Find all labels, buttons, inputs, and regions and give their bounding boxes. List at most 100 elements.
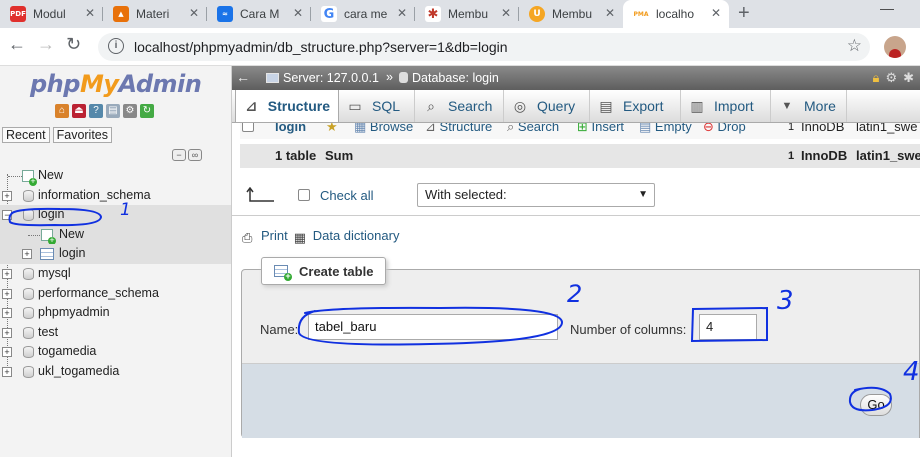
tree-item-new[interactable]: New — [0, 166, 231, 186]
profile-avatar[interactable] — [884, 36, 906, 58]
data-dictionary-link[interactable]: ▦ Data dictionary — [293, 228, 400, 245]
collapse-icon[interactable]: − — [2, 210, 12, 221]
tree-item-test[interactable]: + test — [0, 323, 231, 343]
expand-icon[interactable]: + — [2, 308, 12, 319]
breadcrumb-server[interactable]: Server: 127.0.0.1 — [283, 71, 379, 85]
browser-tab-modul[interactable]: PDF Modul ✕ — [0, 0, 103, 28]
dictionary-icon: ▦ — [293, 230, 307, 245]
favorites-tab[interactable]: Favorites — [52, 127, 113, 143]
search-link[interactable]: ⌕ Search — [507, 123, 559, 135]
tree-item-performance_schema[interactable]: + performance_schema — [0, 284, 231, 304]
bookmark-star-icon[interactable]: ☆ — [847, 36, 862, 56]
expand-icon[interactable]: + — [2, 190, 12, 201]
browser-tab-materi[interactable]: ▲ Materi ✕ — [103, 0, 207, 28]
drop-link[interactable]: ⊖ Drop — [703, 123, 746, 135]
tab-search[interactable]: ⌕ Search — [415, 90, 504, 122]
table-name-link[interactable]: login — [275, 123, 306, 134]
browser-tab-localhost[interactable]: PMA localho ✕ — [623, 0, 729, 28]
close-icon[interactable]: ✕ — [85, 6, 95, 20]
tab-query[interactable]: ◎ Query — [504, 90, 590, 122]
create-table-legend: Create table — [261, 257, 387, 285]
table-name-input[interactable]: tabel_baru — [308, 314, 558, 340]
browser-tab-cara[interactable]: ≈ Cara M ✕ — [207, 0, 311, 28]
tree-item-new-table[interactable]: New — [0, 224, 231, 245]
tree-item-label[interactable]: ukl_togamedia — [38, 362, 119, 382]
settings-gear-icon[interactable]: ⚙ — [885, 70, 897, 86]
docs-icon[interactable]: ▤ — [106, 104, 120, 118]
tab-import[interactable]: ▥ Import — [681, 90, 771, 122]
tree-item-phpmyadmin[interactable]: + phpmyadmin — [0, 303, 231, 323]
tree-item-label[interactable]: login — [38, 205, 64, 225]
browser-tab-membuat-2[interactable]: U Membu ✕ — [519, 0, 623, 28]
tree-item-label[interactable]: login — [59, 244, 85, 264]
url-text[interactable]: localhost/phpmyadmin/db_structure.php?se… — [134, 39, 508, 55]
favorite-star-icon[interactable]: ★ — [326, 123, 338, 135]
close-icon[interactable]: ✕ — [605, 6, 615, 20]
expand-icon[interactable]: + — [22, 249, 32, 260]
minimize-icon[interactable]: — — [880, 0, 894, 16]
print-link[interactable]: ⎙ Print — [242, 228, 288, 245]
tree-item-mysql[interactable]: + mysql — [0, 264, 231, 284]
close-icon[interactable]: ✕ — [293, 6, 303, 20]
reload-icon[interactable]: ↻ — [66, 34, 81, 55]
tree-item-information_schema[interactable]: + information_schema — [0, 186, 231, 206]
tree-item-login[interactable]: − login — [0, 205, 231, 225]
reload-navigation-icon[interactable]: ↻ — [140, 104, 154, 118]
logout-icon[interactable]: ⏏ — [72, 104, 86, 118]
tab-more[interactable]: ▼ More — [771, 90, 847, 122]
tree-item-label[interactable]: New — [59, 225, 84, 245]
forward-arrow-icon[interactable]: → — [37, 34, 55, 55]
expand-icon[interactable]: + — [2, 366, 12, 377]
expand-icon[interactable]: + — [2, 327, 12, 338]
new-tab-button[interactable]: + — [738, 2, 750, 25]
expand-icon[interactable]: + — [2, 288, 12, 299]
address-bar[interactable]: i localhost/phpmyadmin/db_structure.php?… — [98, 33, 870, 61]
check-all-label[interactable]: Check all — [320, 188, 373, 203]
number-of-columns-input[interactable]: 4 — [699, 314, 757, 340]
empty-link[interactable]: ▤ Empty — [639, 123, 692, 135]
tree-item-label[interactable]: New — [38, 166, 63, 186]
tree-item-ukl_togamedia[interactable]: + ukl_togamedia — [0, 362, 231, 382]
tab-sql[interactable]: ▭ SQL — [339, 90, 415, 122]
tree-item-label[interactable]: phpmyadmin — [38, 303, 110, 323]
with-selected-dropdown[interactable]: With selected: ▼ — [417, 183, 655, 207]
collapse-all-icon[interactable]: − — [172, 149, 186, 161]
browser-tab-google[interactable]: G cara me ✕ — [311, 0, 415, 28]
close-icon[interactable]: ✕ — [711, 6, 721, 20]
help-icon[interactable]: ? — [89, 104, 103, 118]
link-with-main-icon[interactable]: ∞ — [188, 149, 202, 161]
chevron-down-icon: ▼ — [638, 189, 648, 200]
tree-item-label[interactable]: togamedia — [38, 342, 96, 362]
close-icon[interactable]: ✕ — [397, 6, 407, 20]
tree-item-label[interactable]: mysql — [38, 264, 71, 284]
expand-icon[interactable]: + — [2, 347, 12, 358]
row-checkbox[interactable] — [242, 123, 254, 132]
recent-tab[interactable]: Recent — [2, 127, 50, 143]
export-icon: ▤ — [599, 97, 613, 114]
info-icon[interactable]: i — [108, 38, 124, 54]
tree-item-label[interactable]: test — [38, 323, 58, 343]
home-icon[interactable]: ⌂ — [55, 104, 69, 118]
more-options-icon[interactable]: ✱ — [903, 70, 914, 86]
back-arrow-icon[interactable]: ← — [8, 34, 26, 55]
tree-item-label[interactable]: performance_schema — [38, 284, 159, 304]
check-all-checkbox[interactable] — [298, 189, 310, 201]
insert-link[interactable]: ⊞ Insert — [577, 123, 624, 135]
tree-item-table-login[interactable]: + login — [0, 244, 231, 264]
browser-tab-membuat-1[interactable]: ✱ Membu ✕ — [415, 0, 519, 28]
expand-icon[interactable]: + — [2, 268, 12, 279]
back-arrow-icon[interactable]: ← — [236, 69, 250, 85]
tab-structure[interactable]: ⊿ Structure — [235, 90, 339, 122]
structure-link[interactable]: ⊿ Structure — [425, 123, 492, 135]
tree-item-togamedia[interactable]: + togamedia — [0, 342, 231, 362]
tab-export[interactable]: ▤ Export — [590, 90, 681, 122]
browse-link[interactable]: ▦ Browse — [354, 123, 413, 135]
settings-gear-icon[interactable]: ⚙ — [123, 104, 137, 118]
lock-icon[interactable]: 🔒︎ — [873, 70, 880, 86]
phpmyadmin-logo[interactable]: phpMyAdmin — [30, 70, 202, 98]
go-button[interactable]: Go — [860, 394, 892, 416]
close-icon[interactable]: ✕ — [501, 6, 511, 20]
tree-item-label[interactable]: information_schema — [38, 186, 151, 206]
close-icon[interactable]: ✕ — [189, 6, 199, 20]
breadcrumb-database[interactable]: Database: login — [412, 71, 499, 85]
